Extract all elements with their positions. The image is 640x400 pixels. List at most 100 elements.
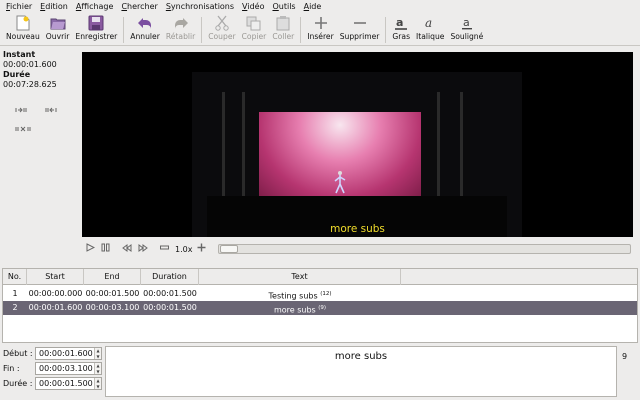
end-time-spinbox[interactable]: 00:00:03.100 ▲ ▼ [35, 362, 102, 375]
end-time-label: Fin : [3, 364, 20, 373]
column-header-duration[interactable]: Duration [141, 269, 199, 285]
instant-value: 00:00:01.600 [3, 60, 57, 69]
speed-down-icon[interactable] [160, 243, 169, 255]
svg-text:a: a [463, 16, 470, 29]
toolbar-separator [123, 17, 125, 43]
duration-value: 00:07:28.625 [3, 80, 57, 89]
video-frame-beam [460, 92, 463, 212]
duration-time-value: 00:00:01.500 [39, 379, 93, 388]
copy-icon [246, 15, 262, 31]
column-header-start[interactable]: Start [27, 269, 84, 285]
minus-icon [352, 15, 368, 31]
redo-icon [173, 15, 189, 31]
new-label: Nouveau [6, 32, 40, 41]
seek-handle[interactable] [220, 245, 238, 253]
table-row-selected[interactable]: 2 00:00:01.600 00:00:03.100 00:00:01.500… [3, 301, 637, 315]
video-frame-beam [222, 92, 225, 212]
menu-video[interactable]: Vidéo [242, 2, 264, 11]
row-start: 00:00:00.000 [28, 289, 83, 298]
new-button[interactable]: Nouveau [3, 13, 43, 45]
subtitle-text: more subs [334, 351, 388, 362]
bold-button[interactable]: a Gras [389, 13, 413, 45]
row-text-value: more subs [273, 305, 316, 315]
save-icon [88, 15, 104, 31]
delete-button[interactable]: Supprimer [337, 13, 383, 45]
instant-label: Instant [3, 50, 36, 59]
duration-time-label: Durée : [3, 379, 33, 388]
underline-button[interactable]: a Souligné [447, 13, 486, 45]
column-header-no[interactable]: No. [3, 269, 27, 285]
menu-search[interactable]: Chercher [121, 2, 157, 11]
svg-text:a: a [396, 16, 403, 29]
speed-up-icon[interactable] [197, 243, 206, 255]
spin-arrows-icon[interactable]: ▲ ▼ [94, 378, 101, 389]
forward-icon[interactable] [138, 243, 148, 255]
duration-time-spinbox[interactable]: 00:00:01.500 ▲ ▼ [35, 377, 102, 390]
column-header-end[interactable]: End [84, 269, 141, 285]
video-frame-beam [437, 92, 440, 212]
video-preview[interactable]: more subs [82, 52, 633, 237]
end-time-value: 00:00:03.100 [39, 364, 93, 373]
paste-icon [275, 15, 291, 31]
menu-help[interactable]: Aide [304, 2, 322, 11]
rewind-icon[interactable] [122, 243, 132, 255]
save-label: Enregistrer [75, 32, 118, 41]
set-end-icon[interactable] [45, 106, 57, 114]
row-text-value: Testing subs [268, 291, 318, 301]
play-icon[interactable] [86, 243, 96, 255]
menubar: Fichier Edition Affichage Chercher Synch… [0, 0, 640, 12]
redo-button[interactable]: Rétablir [163, 13, 198, 45]
toolbar-separator [201, 17, 203, 43]
paste-label: Coller [272, 32, 295, 41]
set-both-icon[interactable] [15, 125, 31, 133]
toolbar: Nouveau Ouvrir Enregistrer Annuler Rétab… [0, 13, 640, 46]
undo-label: Annuler [130, 32, 160, 41]
row-number: 2 [12, 303, 18, 312]
cut-button[interactable]: Couper [205, 13, 238, 45]
spin-arrows-icon[interactable]: ▲ ▼ [94, 348, 101, 359]
start-time-label: Début : [3, 349, 33, 358]
open-folder-icon [50, 15, 66, 31]
table-header: No. Start End Duration Text [3, 269, 637, 285]
undo-icon [137, 15, 153, 31]
copy-label: Copier [241, 32, 267, 41]
row-end: 00:00:03.100 [85, 303, 140, 312]
start-time-value: 00:00:01.600 [39, 349, 93, 358]
open-button[interactable]: Ouvrir [43, 13, 73, 45]
plus-icon [313, 15, 329, 31]
delete-label: Supprimer [339, 32, 380, 41]
row-duration: 00:00:01.500 [143, 303, 197, 312]
insert-button[interactable]: Insérer [304, 13, 336, 45]
menu-tools[interactable]: Outils [272, 2, 295, 11]
set-start-icon[interactable] [15, 106, 27, 114]
save-button[interactable]: Enregistrer [72, 13, 120, 45]
start-time-spinbox[interactable]: 00:00:01.600 ▲ ▼ [35, 347, 102, 360]
bold-label: Gras [392, 32, 411, 41]
duration-label: Durée [3, 70, 31, 79]
subtitle-text-editor[interactable]: more subs [105, 346, 617, 397]
underline-icon: a [459, 15, 475, 31]
menu-timings[interactable]: Synchronisations [166, 2, 234, 11]
scissors-icon [214, 15, 230, 31]
menu-view[interactable]: Affichage [76, 2, 114, 11]
menu-edit[interactable]: Edition [40, 2, 68, 11]
copy-button[interactable]: Copier [239, 13, 270, 45]
pause-icon[interactable] [101, 243, 110, 255]
time-info-panel: Instant 00:00:01.600 Durée 00:07:28.625 [3, 50, 77, 260]
cut-label: Couper [208, 32, 236, 41]
spin-arrows-icon[interactable]: ▲ ▼ [94, 363, 101, 374]
table-row[interactable]: 1 00:00:00.000 00:00:01.500 00:00:01.500… [3, 287, 637, 301]
row-duration: 00:00:01.500 [143, 289, 197, 298]
paste-button[interactable]: Coller [269, 13, 297, 45]
seek-bar[interactable] [218, 244, 631, 254]
italic-button[interactable]: a Italique [413, 13, 447, 45]
new-document-icon [15, 15, 31, 31]
bold-icon: a [393, 15, 409, 31]
undo-button[interactable]: Annuler [127, 13, 163, 45]
menu-file[interactable]: Fichier [6, 2, 32, 11]
character-count: 9 [622, 352, 628, 361]
column-header-text[interactable]: Text [199, 269, 401, 285]
row-number: 1 [12, 289, 18, 298]
playback-speed: 1.0x [175, 244, 193, 254]
subtitle-editor: Début : 00:00:01.600 ▲ ▼ Fin : 00:00:03.1… [0, 346, 640, 400]
